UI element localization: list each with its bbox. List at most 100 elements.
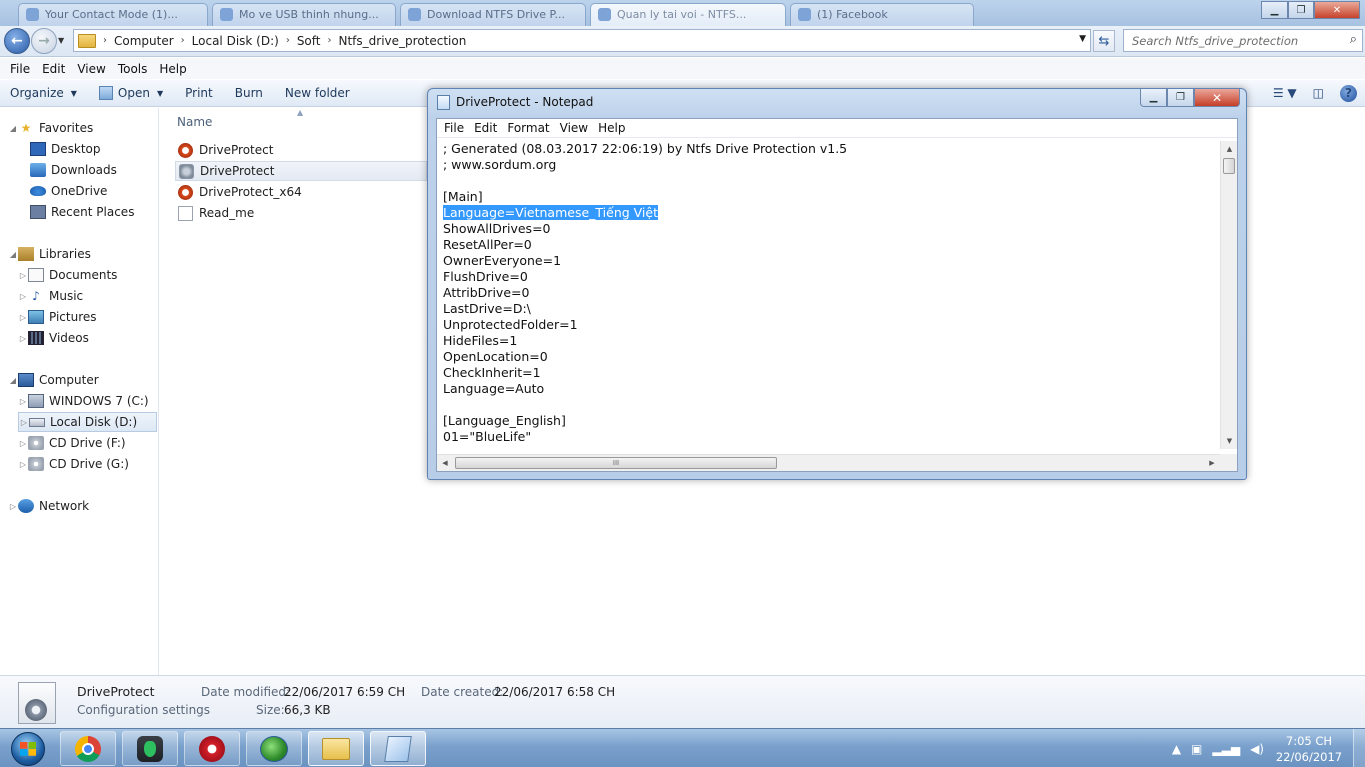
- menu-tools[interactable]: Tools: [112, 62, 154, 76]
- notepad-line[interactable]: OpenLocation=0: [443, 349, 1221, 365]
- file-row[interactable]: DriveProtect_x64: [175, 182, 427, 202]
- expand-icon[interactable]: ▷: [18, 460, 28, 469]
- back-button[interactable]: ←: [4, 28, 30, 54]
- scroll-up-icon[interactable]: ▲: [1221, 141, 1238, 157]
- nav-music[interactable]: ▷ ♪ Music: [18, 286, 83, 306]
- notepad-menu-help[interactable]: Help: [593, 121, 630, 135]
- file-row[interactable]: Read_me: [175, 203, 427, 223]
- nav-drive-g[interactable]: ▷ CD Drive (G:): [18, 454, 129, 474]
- notepad-line[interactable]: [443, 173, 1221, 189]
- notepad-line[interactable]: HideFiles=1: [443, 333, 1221, 349]
- nav-documents[interactable]: ▷ Documents: [18, 265, 117, 285]
- expand-icon[interactable]: ▷: [18, 271, 28, 280]
- breadcrumb-soft[interactable]: Soft: [293, 34, 325, 48]
- file-row[interactable]: DriveProtect: [175, 140, 427, 160]
- horizontal-scrollbar[interactable]: ◀ III ▶: [437, 454, 1220, 471]
- nav-onedrive[interactable]: OneDrive: [30, 181, 107, 201]
- notepad-line[interactable]: FlushDrive=0: [443, 269, 1221, 285]
- vertical-scroll-thumb[interactable]: [1223, 158, 1235, 174]
- expand-icon[interactable]: ▷: [18, 334, 28, 343]
- expand-icon[interactable]: ▷: [18, 439, 28, 448]
- maximize-button[interactable]: ❐: [1288, 1, 1314, 19]
- notepad-line[interactable]: ShowAllDrives=0: [443, 221, 1221, 237]
- browser-tab[interactable]: Your Contact Mode (1)...: [18, 3, 208, 26]
- minimize-button[interactable]: ▁: [1261, 1, 1288, 19]
- notepad-line[interactable]: Language=Auto: [443, 381, 1221, 397]
- new-folder-button[interactable]: New folder: [285, 86, 350, 100]
- taskbar-chrome[interactable]: [60, 731, 116, 766]
- scroll-left-icon[interactable]: ◀: [437, 455, 453, 471]
- expand-icon[interactable]: ▷: [18, 292, 28, 301]
- scroll-down-icon[interactable]: ▼: [1221, 433, 1238, 449]
- nav-computer[interactable]: ◢ Computer: [8, 370, 99, 390]
- browser-tab-active[interactable]: Quan ly tai voi - NTFS...: [590, 3, 786, 26]
- nav-downloads[interactable]: Downloads: [30, 160, 117, 180]
- nav-recent-places[interactable]: Recent Places: [30, 202, 134, 222]
- notepad-line[interactable]: OwnerEveryone=1: [443, 253, 1221, 269]
- notepad-menu-file[interactable]: File: [439, 121, 469, 135]
- open-button[interactable]: Open ▼: [98, 86, 163, 100]
- notepad-line[interactable]: CheckInherit=1: [443, 365, 1221, 381]
- notepad-close-button[interactable]: ✕: [1194, 89, 1240, 107]
- taskbar-idm[interactable]: [246, 731, 302, 766]
- help-icon[interactable]: ?: [1340, 84, 1357, 102]
- file-row-selected[interactable]: DriveProtect: [175, 161, 427, 181]
- nav-drive-d[interactable]: ▷ Local Disk (D:): [18, 412, 157, 432]
- menu-file[interactable]: File: [4, 62, 36, 76]
- chevron-right-icon[interactable]: ›: [283, 35, 293, 46]
- menu-help[interactable]: Help: [153, 62, 192, 76]
- collapse-icon[interactable]: ◢: [8, 124, 18, 133]
- vertical-scrollbar[interactable]: ▲ ▼: [1220, 141, 1237, 449]
- scroll-right-icon[interactable]: ▶: [1204, 455, 1220, 471]
- notepad-line[interactable]: LastDrive=D:\: [443, 301, 1221, 317]
- preview-pane-icon[interactable]: ◫: [1313, 86, 1324, 100]
- nav-desktop[interactable]: Desktop: [30, 139, 101, 159]
- nav-network[interactable]: ▷ Network: [8, 496, 89, 516]
- collapse-icon[interactable]: ◢: [8, 250, 18, 259]
- taskbar-app-red[interactable]: [184, 731, 240, 766]
- signal-icon[interactable]: ▂▃▅: [1212, 742, 1240, 756]
- show-hidden-icons[interactable]: ▲: [1172, 742, 1181, 756]
- expand-icon[interactable]: ▷: [8, 502, 18, 511]
- history-dropdown-icon[interactable]: ▼: [58, 36, 64, 45]
- menu-view[interactable]: View: [71, 62, 111, 76]
- notepad-line[interactable]: AttribDrive=0: [443, 285, 1221, 301]
- network-status-icon[interactable]: ▣: [1191, 742, 1202, 756]
- expand-icon[interactable]: ▷: [18, 397, 28, 406]
- expand-icon[interactable]: ▷: [19, 418, 29, 427]
- forward-button[interactable]: →: [31, 28, 57, 54]
- menu-edit[interactable]: Edit: [36, 62, 71, 76]
- start-button[interactable]: [5, 729, 51, 767]
- view-options-icon[interactable]: ☰ ▼: [1273, 86, 1297, 100]
- notepad-menu-edit[interactable]: Edit: [469, 121, 502, 135]
- notepad-line[interactable]: ; www.sordum.org: [443, 157, 1221, 173]
- resize-grip[interactable]: [1220, 454, 1237, 471]
- notepad-line[interactable]: 01="BlueLife": [443, 429, 1221, 445]
- notepad-line[interactable]: ResetAllPer=0: [443, 237, 1221, 253]
- chevron-right-icon[interactable]: ›: [325, 35, 335, 46]
- close-button[interactable]: ✕: [1314, 1, 1360, 19]
- notepad-line[interactable]: Language=Vietnamese_Tiếng Việt: [443, 205, 1221, 221]
- notepad-text-area[interactable]: ; Generated (08.03.2017 22:06:19) by Ntf…: [443, 141, 1221, 446]
- breadcrumb-computer[interactable]: Computer: [110, 34, 178, 48]
- notepad-line[interactable]: [Language_English]: [443, 413, 1221, 429]
- nav-drive-f[interactable]: ▷ CD Drive (F:): [18, 433, 126, 453]
- nav-pictures[interactable]: ▷ Pictures: [18, 307, 97, 327]
- chevron-right-icon[interactable]: ›: [100, 35, 110, 46]
- expand-icon[interactable]: ▷: [18, 313, 28, 322]
- address-box[interactable]: › Computer › Local Disk (D:) › Soft › Nt…: [73, 29, 1091, 52]
- horizontal-scroll-thumb[interactable]: III: [455, 457, 777, 469]
- search-input[interactable]: Search Ntfs_drive_protection ⌕: [1123, 29, 1363, 52]
- breadcrumb-local-disk[interactable]: Local Disk (D:): [188, 34, 283, 48]
- chevron-right-icon[interactable]: ›: [178, 35, 188, 46]
- collapse-icon[interactable]: ◢: [8, 376, 18, 385]
- nav-videos[interactable]: ▷ Videos: [18, 328, 89, 348]
- nav-libraries[interactable]: ◢ Libraries: [8, 244, 91, 264]
- taskbar-evernote[interactable]: [122, 731, 178, 766]
- search-icon[interactable]: ⌕: [1350, 32, 1357, 47]
- volume-icon[interactable]: ◀): [1250, 742, 1264, 756]
- nav-favorites[interactable]: ◢ ★ Favorites: [8, 118, 93, 138]
- browser-tab[interactable]: Download NTFS Drive P...: [400, 3, 586, 26]
- notepad-line[interactable]: [Main]: [443, 189, 1221, 205]
- notepad-minimize-button[interactable]: ▁: [1140, 89, 1167, 107]
